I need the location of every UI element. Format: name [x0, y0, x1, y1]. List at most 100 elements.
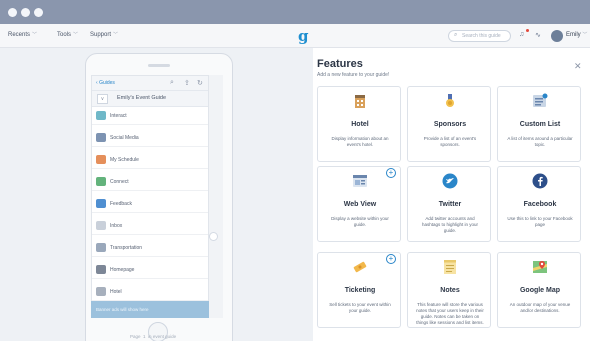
share-icon[interactable]: ⇪	[184, 79, 190, 87]
custom-list-icon	[532, 93, 548, 109]
hotel-icon	[352, 93, 368, 109]
window-titlebar	[0, 0, 590, 24]
feature-card-title: Twitter	[438, 201, 462, 208]
feature-card-custom-list[interactable]: Custom List A list of items around a part…	[497, 86, 581, 162]
menu-item-transportation[interactable]: Transportation	[92, 239, 208, 257]
chevron-down-icon: ﹀	[582, 32, 588, 38]
search-icon: ⌕	[454, 32, 458, 38]
inbox-icon	[96, 221, 106, 230]
features-title: Features	[317, 58, 363, 70]
menu-item-label: Interact	[110, 113, 127, 119]
feature-card-notes[interactable]: Notes This feature will store the various…	[407, 252, 491, 328]
notification-badge	[526, 29, 529, 32]
hotel-icon	[96, 287, 106, 296]
menu-item-label: My Schedule	[110, 157, 139, 163]
banner-ad-text: Banner ads will show here	[96, 307, 149, 312]
menu-item-label: Social Media	[110, 135, 139, 141]
refresh-icon[interactable]: ↻	[197, 79, 203, 87]
back-label: Guides	[99, 80, 115, 86]
menu-item-label: Hotel	[110, 289, 122, 295]
menu-item-my-schedule[interactable]: My Schedule	[92, 151, 208, 169]
window-minimize-dot[interactable]	[21, 8, 30, 17]
menu-item-label: Feedback	[110, 201, 132, 207]
feature-card-description: Use this to link to your Facebook page	[507, 216, 573, 227]
web-view-icon	[352, 173, 368, 189]
drag-handle[interactable]	[209, 232, 218, 241]
menu-item-label: Connect	[110, 179, 129, 185]
feature-card-title: Ticketing	[344, 287, 376, 294]
window-close-dot[interactable]	[8, 8, 17, 17]
support-label: Support	[90, 32, 112, 38]
feature-card-title: Hotel	[351, 121, 369, 128]
search-placeholder: Search this guide	[462, 33, 501, 39]
search-input[interactable]: ⌕ Search this guide	[448, 30, 511, 42]
feature-card-facebook[interactable]: Facebook Use this to link to your Faceboo…	[497, 166, 581, 242]
menu-item-connect[interactable]: Connect	[92, 173, 208, 191]
feature-card-description: This feature will store the various note…	[416, 302, 484, 325]
feature-card-hotel[interactable]: Hotel Display information about an event'…	[317, 86, 401, 162]
facebook-icon	[532, 173, 548, 189]
logo[interactable]: g	[298, 27, 309, 45]
recents-menu[interactable]: Recents ﹀	[8, 31, 37, 38]
feature-card-description: Provide a list of an event's sponsors.	[423, 136, 477, 147]
ticketing-icon	[352, 259, 368, 275]
chevron-down-icon: ﹀	[73, 32, 79, 38]
feature-card-title: Web View	[343, 201, 377, 208]
add-feature-ticketing-button[interactable]: +	[386, 254, 396, 264]
feature-card-title: Sponsors	[433, 121, 467, 128]
banner-ad-placeholder: Banner ads will show here	[91, 301, 209, 318]
guide-title: Emily's Event Guide	[117, 95, 167, 101]
user-menu[interactable]: Emily ﹀	[566, 31, 587, 38]
page-indicator-suffix: in event guide	[148, 334, 177, 339]
feature-card-description: An outdoor map of your venue and/or dest…	[509, 302, 571, 313]
feature-card-description: Add twitter accounts and hashtags to hig…	[421, 216, 479, 233]
search-icon[interactable]: ⌕	[170, 79, 174, 87]
feature-card-google-map[interactable]: Google Map An outdoor map of your venue a…	[497, 252, 581, 328]
notes-icon	[442, 259, 458, 275]
chevron-down-icon: ﹀	[113, 32, 119, 38]
google-map-icon	[532, 259, 548, 275]
tools-label: Tools	[57, 32, 72, 38]
menu-item-homepage[interactable]: Homepage	[92, 261, 208, 279]
guide-selector[interactable]: ∨ Emily's Event Guide	[92, 91, 208, 107]
feature-card-sponsors[interactable]: Sponsors Provide a list of an event's spo…	[407, 86, 491, 162]
menu-item-interact[interactable]: Interact	[92, 107, 208, 125]
back-to-guides-link[interactable]: ‹ Guides	[96, 80, 115, 86]
page-number: 1	[143, 334, 146, 339]
social-media-icon	[96, 133, 106, 142]
interact-icon	[96, 111, 106, 120]
phone-side-panel	[209, 75, 223, 318]
menu-item-feedback[interactable]: Feedback	[92, 195, 208, 213]
chevron-down-icon: ∨	[97, 94, 108, 104]
tools-menu[interactable]: Tools ﹀	[57, 31, 78, 38]
page-indicator-label: Page	[130, 334, 141, 339]
activity-icon[interactable]: ∿	[535, 31, 541, 39]
transportation-icon	[96, 243, 106, 252]
feature-card-title: Facebook	[523, 201, 557, 208]
feature-card-description: Sell tickets to your event within your g…	[329, 302, 391, 313]
feature-card-title: Google Map	[519, 287, 561, 294]
close-icon[interactable]: ✕	[574, 61, 582, 72]
features-subtitle: Add a new feature to your guide!	[317, 72, 390, 78]
my-schedule-icon	[96, 155, 106, 164]
menu-item-inbox[interactable]: Inbox	[92, 217, 208, 235]
avatar[interactable]	[551, 30, 563, 42]
feature-card-description: Display information about an event's hot…	[331, 136, 389, 147]
top-nav: Recents ﹀ Tools ﹀ Support ﹀ g ⌕ Search this…	[0, 24, 590, 48]
page-indicator: Page 1 in event guide	[130, 334, 176, 339]
menu-item-social-media[interactable]: Social Media	[92, 129, 208, 147]
phone-screen: ‹ Guides ⌕ ⇪ ↻ ∨ Emily's Event Guide Int…	[91, 75, 209, 318]
window-maximize-dot[interactable]	[34, 8, 43, 17]
menu-item-label: Transportation	[110, 245, 143, 251]
twitter-icon	[442, 173, 458, 189]
notifications-icon[interactable]: ♫	[519, 31, 524, 38]
menu-item-label: Inbox	[110, 223, 123, 229]
user-name: Emily	[566, 32, 581, 38]
feature-card-description: Display a website within your guide.	[331, 216, 389, 227]
add-feature-web-view-button[interactable]: +	[386, 168, 396, 178]
menu-item-hotel[interactable]: Hotel	[92, 283, 208, 301]
feature-card-twitter[interactable]: Twitter Add twitter accounts and hashtags…	[407, 166, 491, 242]
support-menu[interactable]: Support ﹀	[90, 31, 118, 38]
recents-label: Recents	[8, 32, 31, 38]
phone-screen-toolbar: ‹ Guides ⌕ ⇪ ↻	[92, 76, 208, 91]
